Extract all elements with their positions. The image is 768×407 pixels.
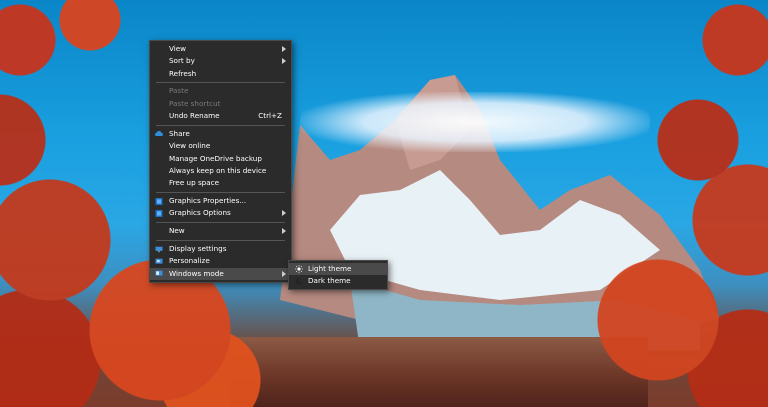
chevron-right-icon bbox=[282, 228, 286, 235]
menu-item-personalize[interactable]: Personalize bbox=[150, 255, 291, 267]
menu-item-view[interactable]: View bbox=[150, 43, 291, 55]
menu-separator bbox=[156, 124, 285, 126]
menu-item-display-settings[interactable]: Display settings bbox=[150, 243, 291, 255]
menu-item-refresh[interactable]: Refresh bbox=[150, 68, 291, 80]
menu-item-paste-shortcut[interactable]: Paste shortcut bbox=[150, 98, 291, 110]
menu-item-windows-mode[interactable]: Windows mode bbox=[150, 267, 291, 281]
menu-item-share[interactable]: Share bbox=[150, 128, 291, 140]
intel-graphics-icon bbox=[155, 197, 163, 205]
sun-icon bbox=[295, 265, 303, 273]
windows-mode-submenu: Light theme Dark theme bbox=[288, 260, 388, 290]
chevron-right-icon bbox=[282, 270, 286, 277]
red-tree-right bbox=[568, 0, 768, 407]
shortcut-label: Ctrl+Z bbox=[258, 111, 282, 121]
menu-separator bbox=[156, 239, 285, 241]
menu-item-paste[interactable]: Paste bbox=[150, 85, 291, 97]
intel-graphics-icon bbox=[155, 209, 163, 217]
submenu-item-light-theme[interactable]: Light theme bbox=[289, 263, 387, 275]
chevron-right-icon bbox=[282, 46, 286, 52]
desktop-context-menu: View Sort by Refresh Paste Paste shortcu… bbox=[149, 40, 292, 284]
menu-item-view-online[interactable]: View online bbox=[150, 140, 291, 152]
submenu-item-dark-theme[interactable]: Dark theme bbox=[289, 275, 387, 287]
desktop-background[interactable] bbox=[0, 0, 768, 407]
menu-item-graphics-options[interactable]: Graphics Options bbox=[150, 207, 291, 219]
onedrive-cloud-icon bbox=[155, 131, 163, 137]
menu-item-manage-onedrive-backup[interactable]: Manage OneDrive backup bbox=[150, 153, 291, 165]
chevron-right-icon bbox=[282, 58, 286, 65]
menu-item-free-up-space[interactable]: Free up space bbox=[150, 177, 291, 189]
menu-separator bbox=[156, 191, 285, 193]
chevron-right-icon bbox=[282, 210, 286, 217]
moon-icon bbox=[296, 277, 303, 285]
menu-separator bbox=[156, 221, 285, 223]
menu-item-graphics-properties[interactable]: Graphics Properties... bbox=[150, 195, 291, 207]
menu-item-sort-by[interactable]: Sort by bbox=[150, 55, 291, 67]
menu-item-always-keep[interactable]: Always keep on this device bbox=[150, 165, 291, 177]
windows-mode-icon bbox=[155, 270, 163, 276]
display-icon bbox=[155, 246, 163, 252]
menu-item-undo-rename[interactable]: Undo Rename Ctrl+Z bbox=[150, 110, 291, 122]
personalize-icon bbox=[155, 258, 163, 264]
menu-separator bbox=[156, 82, 285, 84]
menu-item-new[interactable]: New bbox=[150, 225, 291, 237]
